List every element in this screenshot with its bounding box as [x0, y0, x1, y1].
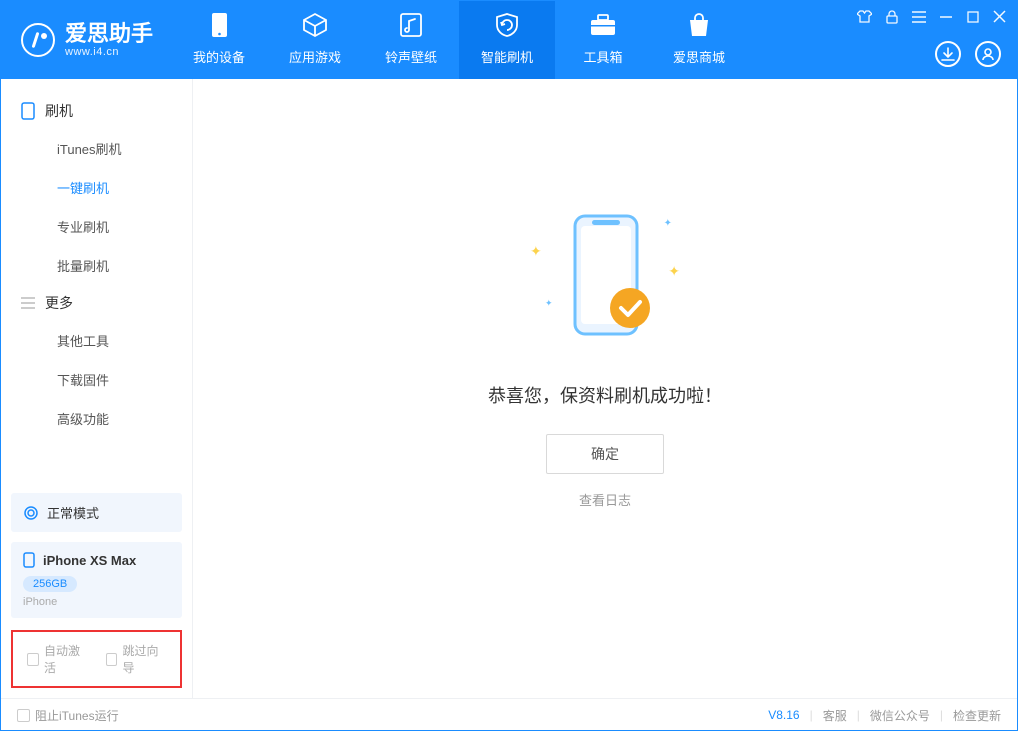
sidebar: 刷机 iTunes刷机 一键刷机 专业刷机 批量刷机 更多 其他工具 下载固件 … [1, 79, 193, 698]
checkbox-icon [106, 653, 118, 666]
body: 刷机 iTunes刷机 一键刷机 专业刷机 批量刷机 更多 其他工具 下载固件 … [1, 79, 1017, 698]
tab-label: 爱思商城 [673, 47, 725, 66]
minimize-icon[interactable] [938, 9, 953, 24]
separator: | [940, 708, 943, 722]
device-mode[interactable]: 正常模式 [11, 493, 182, 532]
version: V8.16 [768, 708, 799, 722]
check-label: 跳过向导 [122, 642, 166, 676]
section-label: 更多 [45, 293, 73, 313]
sidebar-item-pro[interactable]: 专业刷机 [1, 207, 192, 246]
tab-device[interactable]: 我的设备 [171, 1, 267, 79]
app-url: www.i4.cn [65, 46, 153, 58]
sidebar-item-batch[interactable]: 批量刷机 [1, 246, 192, 285]
phone-outline-icon [21, 102, 35, 120]
titlebar-controls [857, 9, 1007, 24]
footer-right: V8.16 | 客服 | 微信公众号 | 检查更新 [768, 707, 1001, 724]
toolbox-icon [589, 15, 617, 41]
music-icon [399, 15, 423, 41]
mode-label: 正常模式 [47, 503, 99, 522]
separator: | [857, 708, 860, 722]
check-skip-guide[interactable]: 跳过向导 [106, 642, 167, 676]
device-type: iPhone [23, 596, 170, 608]
ok-button[interactable]: 确定 [546, 434, 664, 474]
refresh-shield-icon [494, 15, 520, 41]
tab-flash[interactable]: 智能刷机 [459, 1, 555, 79]
tab-label: 应用游戏 [289, 47, 341, 66]
close-icon[interactable] [992, 9, 1007, 24]
success-message: 恭喜您，保资料刷机成功啦！ [488, 382, 722, 408]
device-phone-icon [23, 552, 35, 568]
device-box: 正常模式 iPhone XS Max 256GB iPhone [11, 493, 182, 618]
sidebar-section-more: 更多 [1, 285, 192, 321]
tab-apps[interactable]: 应用游戏 [267, 1, 363, 79]
app-name: 爱思助手 [65, 22, 153, 46]
sidebar-item-advanced[interactable]: 高级功能 [1, 399, 192, 438]
device-name-text: iPhone XS Max [43, 553, 136, 568]
sidebar-item-oneclick[interactable]: 一键刷机 [1, 168, 192, 207]
logo-icon [21, 23, 55, 57]
tab-store[interactable]: 爱思商城 [651, 1, 747, 79]
sidebar-item-firmware[interactable]: 下载固件 [1, 360, 192, 399]
menu-icon[interactable] [911, 9, 926, 24]
tab-label: 铃声壁纸 [385, 47, 437, 66]
download-icon[interactable] [935, 41, 961, 67]
phone-icon [211, 15, 228, 41]
sync-icon [23, 505, 39, 521]
section-label: 刷机 [45, 101, 73, 121]
lock-icon[interactable] [884, 9, 899, 24]
header: 爱思助手 www.i4.cn 我的设备 应用游戏 铃声壁纸 智能刷机 工具箱 爱… [1, 1, 1017, 79]
tab-label: 智能刷机 [481, 47, 533, 66]
logo[interactable]: 爱思助手 www.i4.cn [1, 1, 171, 79]
tab-label: 工具箱 [584, 47, 623, 66]
sidebar-item-other[interactable]: 其他工具 [1, 321, 192, 360]
bag-icon [687, 15, 711, 41]
cube-icon [302, 15, 328, 41]
sidebar-item-itunes[interactable]: iTunes刷机 [1, 129, 192, 168]
main-tabs: 我的设备 应用游戏 铃声壁纸 智能刷机 工具箱 爱思商城 [171, 1, 747, 79]
device-info[interactable]: iPhone XS Max 256GB iPhone [11, 542, 182, 618]
update-link[interactable]: 检查更新 [953, 707, 1001, 724]
check-label: 阻止iTunes运行 [35, 707, 119, 724]
separator: | [810, 708, 813, 722]
maximize-icon[interactable] [965, 9, 980, 24]
check-block-itunes[interactable]: 阻止iTunes运行 [17, 707, 119, 724]
list-icon [21, 297, 35, 309]
tab-toolbox[interactable]: 工具箱 [555, 1, 651, 79]
checkbox-icon [27, 653, 39, 666]
checks-row: 自动激活 跳过向导 [11, 630, 182, 688]
check-auto-activate[interactable]: 自动激活 [27, 642, 88, 676]
device-capacity: 256GB [23, 576, 77, 592]
checkbox-icon [17, 709, 30, 722]
tab-label: 我的设备 [193, 47, 245, 66]
tab-ringtones[interactable]: 铃声壁纸 [363, 1, 459, 79]
user-row [935, 41, 1001, 67]
footer: 阻止iTunes运行 V8.16 | 客服 | 微信公众号 | 检查更新 [1, 698, 1017, 731]
shirt-icon[interactable] [857, 9, 872, 24]
check-label: 自动激活 [44, 642, 88, 676]
success-illustration: ✦ ✦ ✦ ✦ [530, 208, 680, 358]
support-link[interactable]: 客服 [823, 707, 847, 724]
sidebar-section-flash: 刷机 [1, 93, 192, 129]
main-area: ✦ ✦ ✦ ✦ 恭喜您，保资料刷机成功啦！ 确定 查看日志 [193, 79, 1017, 698]
view-log-link[interactable]: 查看日志 [579, 490, 631, 509]
wechat-link[interactable]: 微信公众号 [870, 707, 930, 724]
user-icon[interactable] [975, 41, 1001, 67]
